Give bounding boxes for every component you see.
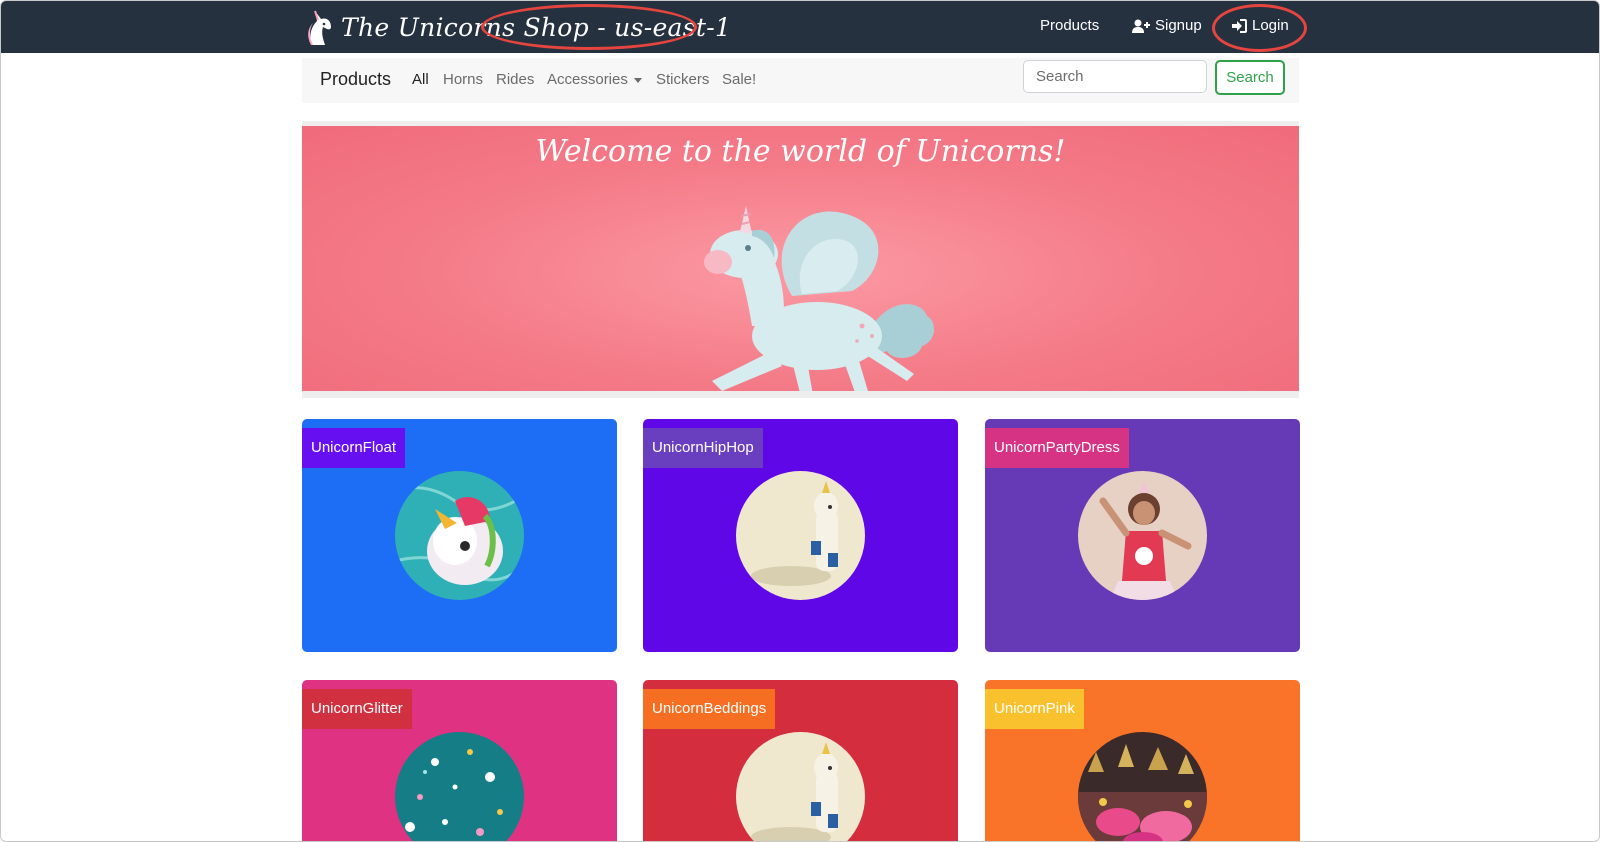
product-name-badge[interactable]: UnicornBeddings xyxy=(643,689,776,729)
category-rides-link[interactable]: Rides xyxy=(496,71,534,88)
category-all-link[interactable]: All xyxy=(412,71,429,88)
product-name-badge[interactable]: UnicornPink xyxy=(985,689,1084,729)
product-name-badge[interactable]: UnicornHipHop xyxy=(643,428,763,468)
product-name-badge[interactable]: UnicornPartyDress xyxy=(985,428,1129,468)
products-navbar-title[interactable]: Products xyxy=(320,69,391,90)
product-card[interactable]: UnicornPink xyxy=(985,680,1300,841)
caret-down-icon xyxy=(633,77,642,83)
hero-title: Welcome to the world of Unicorns! xyxy=(535,134,1066,169)
hero-banner: Welcome to the world of Unicorns! xyxy=(302,126,1299,391)
category-horns-link[interactable]: Horns xyxy=(443,71,483,88)
search-input[interactable] xyxy=(1023,60,1207,93)
product-card[interactable]: UnicornHipHop xyxy=(643,419,958,652)
product-image[interactable] xyxy=(395,471,524,600)
product-name-badge[interactable]: UnicornGlitter xyxy=(302,689,412,729)
product-name-badge[interactable]: UnicornFloat xyxy=(302,428,406,468)
annotation-circle-region xyxy=(481,4,697,50)
nav-products-label: Products xyxy=(1040,17,1100,34)
browser-viewport: The Unicorns Shop - us-east-1 Products S… xyxy=(0,0,1600,842)
accessories-label: Accessories xyxy=(547,71,628,88)
nav-signup-label: Signup xyxy=(1155,17,1202,34)
category-sale-link[interactable]: Sale! xyxy=(722,71,756,88)
user-plus-icon xyxy=(1132,19,1150,33)
nav-signup-link[interactable]: Signup xyxy=(1132,17,1202,34)
products-navbar: Products All Horns Rides Accessories Sti… xyxy=(302,58,1299,103)
nav-products-link[interactable]: Products xyxy=(1040,17,1099,34)
product-card[interactable]: UnicornPartyDress xyxy=(985,419,1300,652)
product-card[interactable]: UnicornBeddings xyxy=(643,680,958,841)
top-navbar: The Unicorns Shop - us-east-1 Products S… xyxy=(1,1,1599,53)
search-button[interactable]: Search xyxy=(1215,60,1285,95)
annotation-circle-login xyxy=(1212,4,1307,52)
hero-bottom-border xyxy=(302,391,1299,398)
product-image[interactable] xyxy=(736,471,865,600)
product-image[interactable] xyxy=(1078,471,1207,600)
product-card[interactable]: UnicornGlitter xyxy=(302,680,617,841)
flying-unicorn-illustration xyxy=(704,206,934,391)
category-stickers-link[interactable]: Stickers xyxy=(656,71,709,88)
unicorn-logo-icon xyxy=(308,10,331,45)
product-card[interactable]: UnicornFloat xyxy=(302,419,617,652)
category-accessories-dropdown[interactable]: Accessories xyxy=(547,71,642,88)
